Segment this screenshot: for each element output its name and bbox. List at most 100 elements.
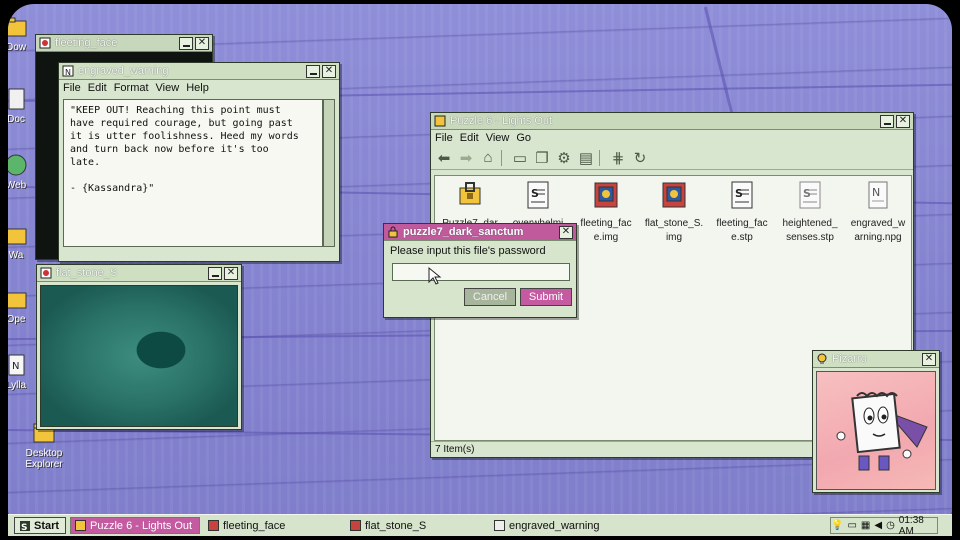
image-file-icon — [594, 182, 618, 208]
lightbulb-icon — [817, 353, 827, 364]
note-text-area[interactable]: "KEEP OUT! Reaching this point must have… — [63, 99, 323, 247]
taskbar-item-engraved-warning[interactable]: engraved_warning — [490, 517, 640, 534]
forward-arrow-icon[interactable]: ➡ — [455, 148, 477, 168]
task-label: fleeting_face — [223, 519, 286, 532]
menu-help[interactable]: Help — [186, 82, 209, 94]
close-button[interactable]: ✕ — [896, 114, 910, 128]
refresh-icon[interactable]: ↻ — [629, 148, 651, 168]
file-item-fleeting-face-img[interactable]: fleeting_fac e.img — [573, 180, 639, 245]
task-label: flat_stone_S — [365, 519, 427, 532]
menu-bar: File Edit Format View Help — [59, 80, 339, 96]
title-bar[interactable]: fleeting_face ✕ — [36, 35, 212, 52]
cut-icon[interactable]: ▭ — [509, 148, 531, 168]
close-button[interactable]: ✕ — [922, 352, 936, 366]
file-item-fleeting-face-stp[interactable]: S fleeting_fac e.stp — [709, 180, 775, 245]
taskbar-item-flat-stone[interactable]: flat_stone_S — [346, 517, 486, 534]
file-item-flat-stone-img[interactable]: flat_stone_S. img — [641, 180, 707, 245]
minimize-button[interactable] — [179, 36, 193, 50]
notepad-mascot-icon — [836, 392, 928, 471]
network-icon[interactable]: ▭ — [847, 520, 856, 531]
folder-icon[interactable]: ▦ — [861, 520, 870, 531]
submit-button[interactable]: Submit — [520, 288, 572, 306]
puzzle-icon — [75, 520, 86, 531]
document-icon — [8, 88, 25, 110]
file-name: fleeting_fac e.img — [580, 218, 632, 243]
up-folder-icon[interactable]: ⌂ — [477, 148, 499, 168]
back-arrow-icon[interactable]: ⬅ — [433, 148, 455, 168]
copy-icon[interactable]: ❐ — [531, 148, 553, 168]
settings-icon[interactable]: ⚙ — [553, 148, 575, 168]
menu-view[interactable]: View — [156, 82, 180, 94]
title-bar[interactable]: Puzzle 6 - Lights Out ✕ — [431, 113, 913, 130]
folder-icon — [8, 292, 27, 309]
close-button[interactable]: ✕ — [195, 36, 209, 50]
file-item-engraved-warning[interactable]: N engraved_w arning.npg — [845, 180, 911, 245]
menu-edit[interactable]: Edit — [460, 132, 479, 144]
network-icon[interactable]: ⋕ — [607, 148, 629, 168]
start-label: Start — [34, 519, 60, 532]
notepad-icon: N — [62, 65, 74, 77]
pizarro-window[interactable]: Pizarro ✕ — [812, 350, 940, 493]
start-button[interactable]: S Start — [14, 517, 66, 534]
menu-go[interactable]: Go — [516, 132, 531, 144]
menu-format[interactable]: Format — [114, 82, 149, 94]
paste-icon[interactable]: ▤ — [575, 148, 597, 168]
lock-icon — [388, 226, 398, 238]
window-title: fleeting_face — [55, 37, 118, 49]
menu-view[interactable]: View — [486, 132, 510, 144]
speaker-icon[interactable]: ◀ — [874, 520, 882, 531]
close-button[interactable]: ✕ — [224, 266, 238, 280]
minimize-button[interactable] — [880, 114, 894, 128]
svg-text:N: N — [65, 68, 71, 77]
password-dialog[interactable]: puzzle7_dark_sanctum ✕ Please input this… — [383, 223, 577, 318]
toolbar-separator — [599, 149, 605, 166]
minimize-button[interactable] — [306, 64, 320, 78]
engraved-warning-window[interactable]: N engraved_warning ✕ File Edit Format Vi… — [58, 62, 340, 262]
flat-stone-window[interactable]: flat_stone_S ✕ — [36, 264, 242, 430]
image-file-icon — [662, 182, 686, 208]
script-file-icon: S — [799, 181, 821, 209]
menu-file[interactable]: File — [63, 82, 81, 94]
window-title: Pizarro — [832, 353, 867, 365]
menu-bar: File Edit View Go — [431, 130, 913, 146]
vertical-scrollbar[interactable] — [323, 99, 335, 247]
password-prompt: Please input this file's password — [390, 245, 546, 257]
script-file-icon: S — [731, 181, 753, 209]
task-label: Puzzle 6 - Lights Out — [90, 519, 193, 532]
title-bar[interactable]: puzzle7_dark_sanctum ✕ — [384, 224, 576, 241]
menu-file[interactable]: File — [435, 132, 453, 144]
title-bar[interactable]: Pizarro ✕ — [813, 351, 939, 368]
svg-text:S: S — [735, 187, 743, 200]
pizarro-mascot-image — [816, 371, 936, 490]
file-item-heightened-senses[interactable]: S heightened_ senses.stp — [777, 180, 843, 245]
clock-icon: ◷ — [886, 520, 895, 531]
image-file-icon — [40, 267, 52, 279]
password-input[interactable] — [392, 263, 570, 281]
globe-icon — [8, 154, 27, 176]
file-name: fleeting_fac e.stp — [716, 218, 768, 243]
title-bar[interactable]: N engraved_warning ✕ — [59, 63, 339, 80]
folder-icon — [8, 17, 27, 37]
toolbar-separator — [501, 149, 507, 166]
minimize-button[interactable] — [208, 266, 222, 280]
stone-image — [40, 285, 238, 427]
system-tray: 💡 ▭ ▦ ◀ ◷ 01:38 AM — [830, 515, 938, 537]
svg-text:S: S — [531, 187, 539, 200]
close-button[interactable]: ✕ — [559, 225, 573, 239]
toolbar: ⬅ ➡ ⌂ ▭ ❐ ⚙ ▤ ⋕ ↻ — [431, 146, 913, 170]
lightbulb-icon[interactable]: 💡 — [831, 520, 843, 531]
file-name: heightened_ senses.stp — [782, 218, 838, 243]
cancel-button[interactable]: Cancel — [464, 288, 516, 306]
title-bar[interactable]: flat_stone_S ✕ — [37, 265, 241, 282]
locked-folder-icon — [459, 182, 481, 205]
notepad-icon — [494, 520, 505, 531]
taskbar-item-fleeting-face[interactable]: fleeting_face — [204, 517, 342, 534]
notepad-icon: N — [8, 354, 25, 376]
menu-edit[interactable]: Edit — [88, 82, 107, 94]
mouse-cursor-icon — [428, 266, 442, 285]
window-title: engraved_warning — [78, 65, 169, 77]
taskbar-item-puzzle6[interactable]: Puzzle 6 - Lights Out — [70, 517, 200, 534]
close-button[interactable]: ✕ — [322, 64, 336, 78]
folder-icon — [8, 228, 27, 245]
image-file-icon — [39, 37, 51, 49]
